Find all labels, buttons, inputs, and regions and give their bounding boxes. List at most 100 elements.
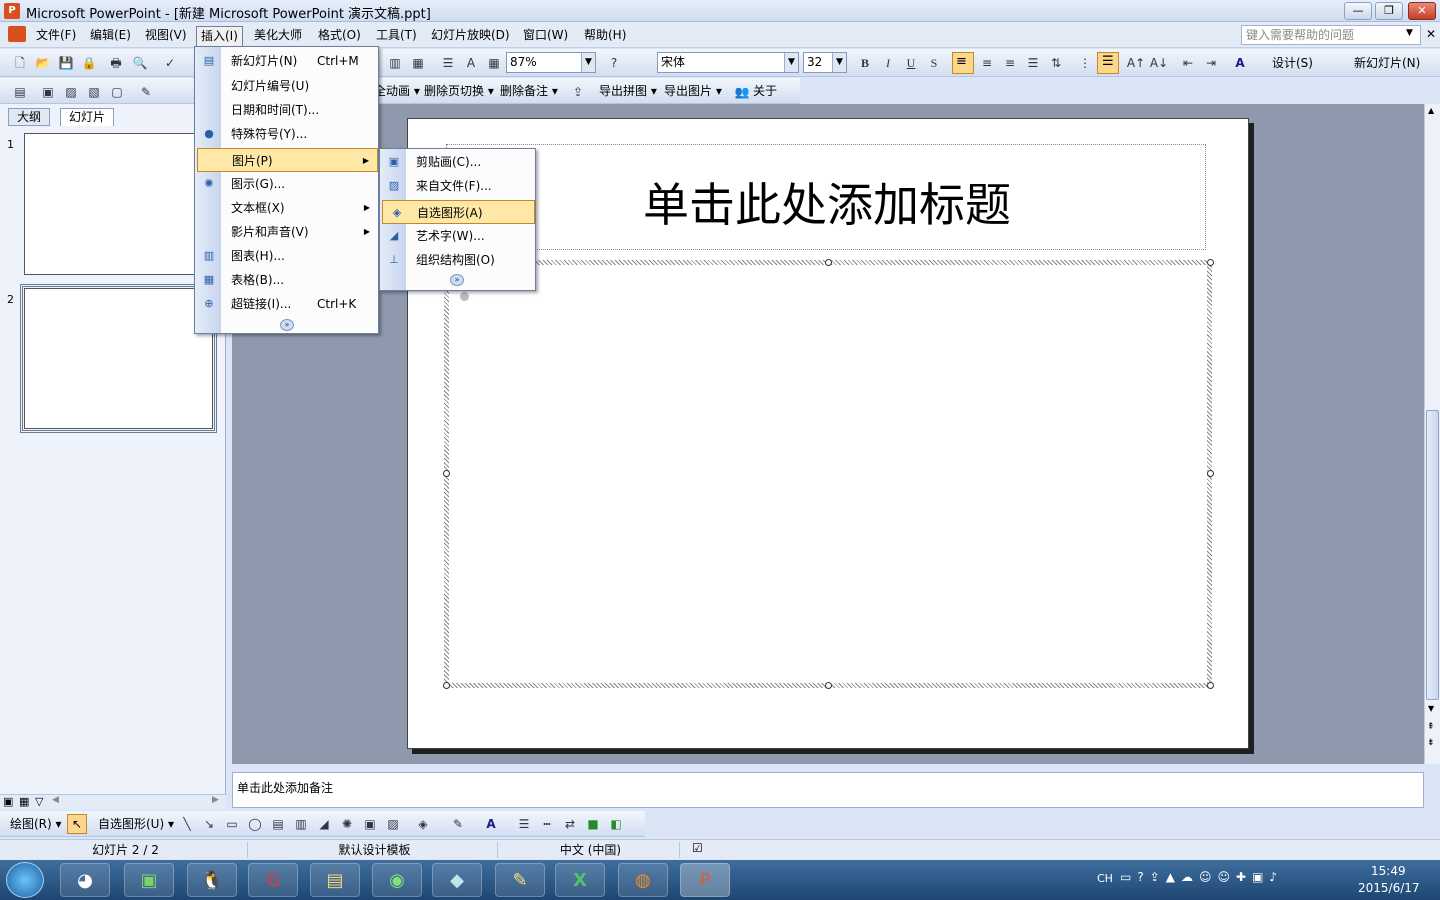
menu-item-from-file[interactable]: ▨ 来自文件(F)... [380, 174, 535, 198]
menu-item-movies-sounds[interactable]: 影片和声音(V) ▶ [195, 220, 378, 244]
notes-pane[interactable]: 单击此处添加备注 [232, 772, 1424, 808]
tab-slides[interactable]: 幻灯片 [60, 108, 115, 126]
start-button[interactable] [6, 862, 44, 898]
restore-button[interactable]: ❐ [1375, 2, 1403, 20]
menu-item-chart[interactable]: ▥ 图表(H)... [195, 244, 378, 268]
scroll-left-icon[interactable]: ◀ [52, 795, 59, 805]
slide-thumbnail-2[interactable] [20, 284, 217, 433]
scroll-right-icon[interactable]: ▶ [212, 795, 219, 805]
zoom-combo[interactable]: 87% ▼ [506, 52, 596, 73]
distribute-icon[interactable]: ☰ [1023, 53, 1043, 73]
firefox-icon[interactable]: ◍ [618, 863, 668, 897]
clock-date[interactable]: 2015/6/17 [1358, 881, 1420, 895]
picture-icon[interactable]: ▨ [61, 82, 81, 102]
qq-icon[interactable]: 🐧 [187, 863, 237, 897]
menu-item-wordart[interactable]: ◢ 艺术字(W)... [380, 224, 535, 248]
spelling-status-icon[interactable]: ☑ [692, 841, 703, 855]
app-icon-2[interactable]: ▣ [124, 863, 174, 897]
menu-view[interactable]: 视图(V) [141, 26, 191, 46]
chevron-down-icon[interactable]: ▼ [581, 53, 595, 72]
help-icon[interactable]: ? [604, 53, 624, 73]
app-icon-3[interactable]: G [248, 863, 298, 897]
tab-outline[interactable]: 大纲 [8, 108, 51, 126]
menu-item-special-symbol[interactable]: ● 特殊符号(Y)... [195, 122, 378, 146]
next-slide-icon[interactable]: ⇟ [1427, 738, 1435, 748]
resize-handle[interactable] [443, 682, 450, 689]
increase-font-icon[interactable]: A↑ [1126, 53, 1146, 73]
expand-menu-icon[interactable]: » [280, 319, 294, 331]
new-slide-button[interactable]: 新幻灯片(N) [1354, 54, 1420, 72]
decrease-indent-icon[interactable]: ⇤ [1178, 53, 1198, 73]
permission-icon[interactable]: 🔒 [79, 53, 99, 73]
layout-icon[interactable]: ▣ [38, 82, 58, 102]
menu-item-picture[interactable]: 图片(P) ▶ [197, 148, 378, 172]
export-image-dropdown[interactable]: 导出图片 ▾ [664, 82, 722, 100]
menu-window[interactable]: 窗口(W) [519, 26, 572, 46]
slide-thumbnail-1[interactable] [24, 133, 216, 275]
resize-handle[interactable] [1207, 259, 1214, 266]
shadow-style-icon[interactable]: ■ [583, 814, 603, 834]
menu-format[interactable]: 格式(O) [314, 26, 365, 46]
resize-handle[interactable] [443, 470, 450, 477]
vertical-scrollbar[interactable]: ▲ ▼ ⇞ ⇟ [1424, 104, 1440, 764]
decrease-font-icon[interactable]: A↓ [1149, 53, 1169, 73]
animation-dropdown[interactable]: 全动画 ▾ [374, 82, 420, 100]
rectangle-icon[interactable]: ▭ [222, 814, 242, 834]
export-collage-dropdown[interactable]: 导出拼图 ▾ [599, 82, 657, 100]
menu-item-slide-number[interactable]: 幻灯片编号(U) [195, 74, 378, 98]
excel-icon[interactable]: X [555, 863, 605, 897]
3d-style-icon[interactable]: ◧ [606, 814, 626, 834]
line-icon[interactable]: ╲ [177, 814, 197, 834]
minimize-button[interactable]: — [1344, 2, 1372, 20]
resize-handle[interactable] [1207, 682, 1214, 689]
textbox-icon[interactable]: ▤ [268, 814, 288, 834]
resize-handle[interactable] [825, 259, 832, 266]
fill-color-icon[interactable]: ◈ [413, 814, 433, 834]
open-icon[interactable]: 📂 [33, 53, 53, 73]
print-preview-icon[interactable]: 🔍 [130, 53, 150, 73]
numbering-icon[interactable]: ⋮ [1075, 53, 1095, 73]
menu-help[interactable]: 帮助(H) [580, 26, 630, 46]
menu-slideshow[interactable]: 幻灯片放映(D) [427, 26, 514, 46]
previous-slide-icon[interactable]: ⇞ [1427, 722, 1435, 732]
resize-handle[interactable] [825, 682, 832, 689]
menu-edit[interactable]: 编辑(E) [86, 26, 135, 46]
menu-item-hyperlink[interactable]: ⊕ 超链接(I)... Ctrl+K [195, 292, 378, 316]
app-icon-6[interactable]: ✎ [495, 863, 545, 897]
chevron-down-icon[interactable]: ▼ [784, 53, 798, 72]
bullets-button[interactable]: ☰ [1097, 52, 1119, 74]
menu-item-table[interactable]: ▦ 表格(B)... [195, 268, 378, 292]
menu-file[interactable]: 文件(F) [32, 26, 80, 46]
align-right-icon[interactable]: ≡ [1000, 53, 1020, 73]
wordart-icon[interactable]: ◢ [314, 814, 334, 834]
menu-tools[interactable]: 工具(T) [372, 26, 421, 46]
insert-chart-icon[interactable]: ▥ [385, 53, 405, 73]
clock-time[interactable]: 15:49 [1371, 864, 1406, 878]
menu-item-org-chart[interactable]: ⊥ 组织结构图(O) [380, 248, 535, 272]
arrow-icon[interactable]: ↘ [199, 814, 219, 834]
resize-handle[interactable] [1207, 470, 1214, 477]
title-placeholder[interactable]: 单击此处添加标题 [446, 144, 1206, 250]
slide-sorter-icon[interactable]: ▦ [19, 795, 29, 808]
clipart-icon[interactable]: ▣ [360, 814, 380, 834]
increase-indent-icon[interactable]: ⇥ [1201, 53, 1221, 73]
menu-insert[interactable]: 插入(I) [196, 26, 243, 46]
export-icon[interactable]: ⇪ [568, 82, 588, 102]
vertical-textbox-icon[interactable]: ▥ [291, 814, 311, 834]
folder-icon[interactable]: ▤ [310, 863, 360, 897]
delete-notes-dropdown[interactable]: 删除备注 ▾ [500, 82, 558, 100]
font-color-icon[interactable]: A [1230, 53, 1250, 73]
design-button[interactable]: 设计(S) [1272, 54, 1313, 72]
text-direction-icon[interactable]: ⇅ [1046, 53, 1066, 73]
menu-item-diagram[interactable]: ✺ 图示(G)... [195, 172, 378, 196]
tool-icon[interactable]: ✎ [136, 82, 156, 102]
user-icon[interactable]: 👥 [732, 82, 752, 102]
app-icon-5[interactable]: ◆ [432, 863, 482, 897]
grid-icon[interactable]: ▦ [484, 53, 504, 73]
dash-style-icon[interactable]: ┅ [537, 814, 557, 834]
outline-icon[interactable]: ▤ [10, 82, 30, 102]
print-icon[interactable]: 🖶 [106, 53, 126, 73]
app-icon-1[interactable]: ◕ [60, 863, 110, 897]
line-style-icon[interactable]: ☰ [514, 814, 534, 834]
delete-transition-dropdown[interactable]: 删除页切换 ▾ [424, 82, 494, 100]
